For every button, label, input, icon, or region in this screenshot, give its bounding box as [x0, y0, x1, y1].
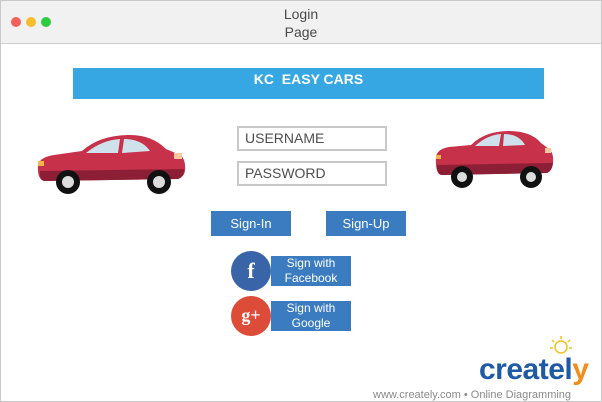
- sign-in-button[interactable]: Sign-In: [211, 211, 291, 236]
- logo-main: createl: [479, 353, 573, 386]
- username-input[interactable]: USERNAME: [237, 126, 387, 151]
- facebook-label-line1: Sign with: [286, 256, 336, 270]
- google-plus-icon[interactable]: g+: [231, 296, 271, 336]
- google-label-line2: Google: [291, 316, 331, 330]
- facebook-label-line2: Facebook: [284, 271, 338, 285]
- window-title-line2: Page: [284, 24, 318, 40]
- maximize-window-button[interactable]: [41, 17, 51, 27]
- app-banner: KC EASY CARS: [73, 68, 544, 99]
- logo-end: y: [572, 353, 589, 386]
- car-icon: [37, 135, 186, 194]
- title-bar: Login Page: [1, 1, 601, 44]
- creately-logo: creately: [479, 353, 589, 387]
- password-input[interactable]: PASSWORD: [237, 161, 387, 186]
- close-window-button[interactable]: [11, 17, 21, 27]
- footer-url: www.creately.com • Online Diagramming: [373, 389, 572, 401]
- browser-window: Login Page KC EASY CARS USERNAME PASSWOR…: [0, 0, 602, 402]
- facebook-icon[interactable]: f: [231, 251, 271, 291]
- google-label-line1: Sign with: [286, 301, 336, 315]
- minimize-window-button[interactable]: [26, 17, 36, 27]
- sign-with-facebook-button[interactable]: Sign with Facebook: [271, 256, 351, 286]
- window-title: Login Page: [251, 5, 351, 41]
- sign-with-google-button[interactable]: Sign with Google: [271, 301, 351, 331]
- car-icon: [435, 131, 554, 188]
- window-title-line1: Login: [283, 6, 319, 22]
- sign-up-button[interactable]: Sign-Up: [326, 211, 406, 236]
